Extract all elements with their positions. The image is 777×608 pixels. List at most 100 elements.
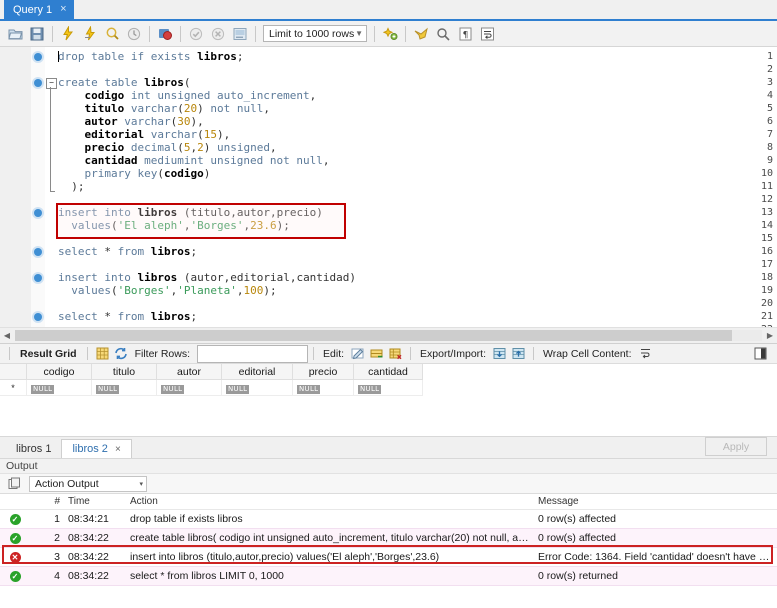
grid-view-icon[interactable] [94,346,111,362]
action-output-row[interactable]: ✓ 1 08:34:21 drop table if exists libros 0 r… [0,509,777,529]
action-output-column-header[interactable]: Time [64,494,126,510]
explain-query-icon[interactable] [101,23,123,44]
filter-rows-input[interactable] [197,344,309,363]
code-fold-toggle-icon[interactable]: − [46,78,57,89]
result-tab-libros-2[interactable]: libros 2 × [61,439,132,458]
search-icon[interactable] [432,23,454,44]
null-value-chip: NULL [31,384,55,394]
delete-row-icon[interactable] [387,346,404,362]
table-cell[interactable]: NULL [353,379,423,396]
filter-rows-label: Filter Rows: [134,347,191,360]
null-value-chip: NULL [226,384,250,394]
sql-editor-panel: drop table if exists libros; create table… [0,47,777,344]
statement-marker-icon[interactable] [34,313,42,321]
message-cell: Error Code: 1364. Field 'cantidad' doesn… [534,547,777,567]
action-output-header-row: # Time Action Message [0,494,777,510]
statement-marker-icon[interactable] [34,274,42,282]
row-limit-select[interactable]: Limit to 1000 rows ▼ [263,25,367,42]
result-tab-libros-1[interactable]: libros 1 [6,440,61,458]
action-output-column-header[interactable]: Message [534,494,777,510]
table-cell[interactable]: NULL [292,379,354,396]
scroll-right-icon[interactable]: ▶ [763,329,777,343]
commit-icon[interactable] [185,23,207,44]
action-output-column-header[interactable]: # [30,494,64,510]
table-cell[interactable]: NULL [91,379,157,396]
close-icon[interactable]: × [115,444,121,455]
column-header[interactable]: cantidad [353,364,423,380]
table-cell[interactable]: NULL [156,379,222,396]
code-fold-end [50,191,55,192]
column-header[interactable]: editorial [221,364,293,380]
execute-statement-icon[interactable] [57,23,79,44]
toolbar-separator-2 [149,25,150,42]
tab-query-1[interactable]: Query 1 × [4,0,74,19]
result-grid[interactable]: codigo titulo autor editorial precio cantidad… [0,364,777,436]
statement-marker-icon[interactable] [34,209,42,217]
wrap-cell-icon[interactable] [637,346,654,362]
line-number: 18 [760,272,773,283]
time-cell: 08:34:22 [64,528,126,548]
refresh-icon[interactable] [113,346,130,362]
time-cell: 08:34:22 [64,547,126,567]
column-header[interactable]: precio [292,364,354,380]
toggle-invisible-chars-icon[interactable]: ¶ [454,23,476,44]
apply-button[interactable]: Apply [705,437,767,456]
toolbar-separator-6 [405,25,406,42]
statement-marker-icon[interactable] [34,53,42,61]
code-line: values('El aleph','Borges',23.6); [71,219,290,232]
code-line: titulo varchar(20) not null, [58,102,270,115]
close-icon[interactable]: × [60,4,66,15]
code-fold-column[interactable] [45,47,58,327]
action-cell: drop table if exists libros [126,509,534,529]
action-output-row[interactable]: ✓ 2 08:34:22 create table libros( codigo in… [0,528,777,548]
action-output-panel[interactable]: # Time Action Message ✓ 1 08:34:21 drop table i… [0,494,777,608]
editor-horizontal-scrollbar[interactable]: ◀ ▶ [0,327,777,343]
sql-editor[interactable]: drop table if exists libros; create table… [0,47,777,327]
table-cell[interactable]: NULL [26,379,92,396]
autocommit-icon[interactable] [229,23,251,44]
null-value-chip: NULL [161,384,185,394]
output-type-icon [6,476,23,492]
table-row[interactable]: * NULL NULL NULL NULL NULL NULL [0,379,423,396]
beautify-query-icon[interactable] [379,23,401,44]
text-caret [58,51,59,62]
action-output-row[interactable]: ✓ 4 08:34:22 select * from libros LIMIT 0, … [0,566,777,586]
toggle-sidebar-icon[interactable] [752,346,769,362]
table-cell[interactable]: NULL [221,379,293,396]
export-recordset-icon[interactable] [491,346,508,362]
line-number: 15 [760,233,773,244]
save-sql-file-icon[interactable] [26,23,48,44]
scroll-left-icon[interactable]: ◀ [0,329,14,343]
line-number: 21 [760,311,773,322]
row-marker-cell[interactable]: * [0,379,27,396]
scrollbar-thumb[interactable] [15,330,733,341]
toggle-breakpoint-icon[interactable] [154,23,176,44]
rollback-icon[interactable] [207,23,229,44]
output-type-select[interactable]: Action Output ▾ [29,475,147,492]
import-recordset-icon[interactable] [510,346,527,362]
open-sql-file-icon[interactable] [4,23,26,44]
column-header[interactable]: titulo [91,364,157,380]
grid-corner-cell[interactable] [0,364,27,380]
edit-row-icon[interactable] [349,346,366,362]
statement-marker-icon[interactable] [34,79,42,87]
stop-query-icon[interactable] [123,23,145,44]
execute-current-statement-icon[interactable] [79,23,101,44]
line-number: 17 [760,259,773,270]
action-cell: select * from libros LIMIT 0, 1000 [126,566,534,586]
action-output-table: # Time Action Message ✓ 1 08:34:21 drop table i… [0,494,777,586]
scrollbar-track[interactable] [15,330,762,341]
action-output-column-header[interactable]: Action [126,494,534,510]
line-number: 16 [760,246,773,257]
action-output-row[interactable]: ✕ 3 08:34:22 insert into libros (titulo,aut… [0,547,777,567]
query-tab-strip: Query 1 × [0,0,777,21]
index-cell: 1 [30,509,64,529]
message-cell: 0 row(s) returned [534,566,777,586]
find-icon[interactable] [410,23,432,44]
insert-row-icon[interactable] [368,346,385,362]
statement-marker-icon[interactable] [34,248,42,256]
wrap-lines-icon[interactable] [476,23,498,44]
column-header[interactable]: autor [156,364,222,380]
column-header[interactable]: codigo [26,364,92,380]
code-area[interactable]: drop table if exists libros; create table… [58,47,777,327]
